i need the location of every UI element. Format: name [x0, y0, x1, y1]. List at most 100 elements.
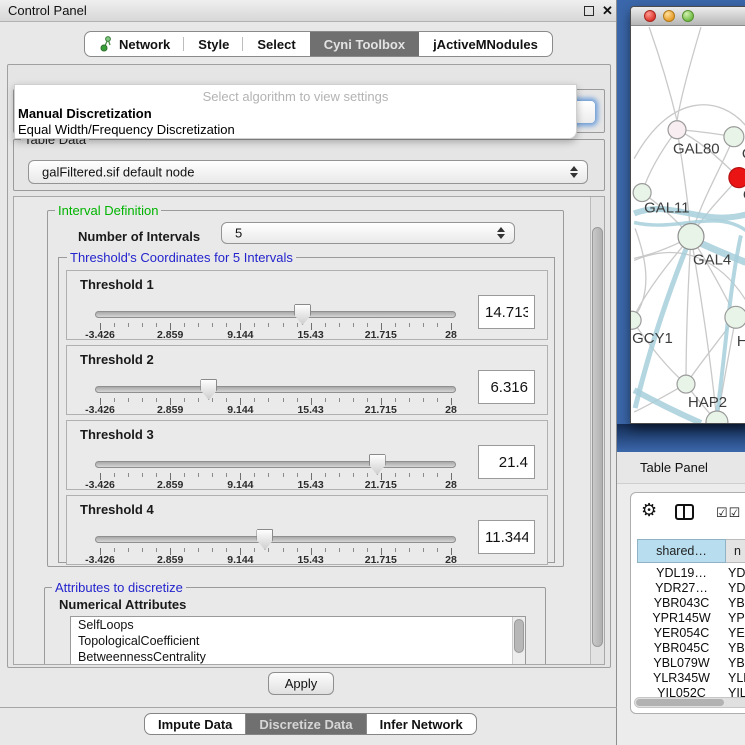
- table-data-combobox[interactable]: galFiltered.sif default node: [28, 160, 588, 184]
- tab-cyni-toolbox[interactable]: Cyni Toolbox: [310, 32, 419, 56]
- slider-tick: [297, 323, 298, 327]
- close-icon[interactable]: ✕: [602, 3, 613, 19]
- threshold-slider-track[interactable]: [95, 461, 456, 468]
- threshold-slider-track[interactable]: [95, 536, 456, 543]
- gear-icon[interactable]: ⚙: [641, 500, 657, 521]
- dropdown-option-manual-discretization[interactable]: Manual Discretization: [18, 106, 152, 121]
- table-row[interactable]: YDL19…YDL1: [637, 566, 745, 581]
- network-window-titlebar[interactable]: [631, 7, 745, 26]
- slider-tick: [184, 473, 185, 477]
- network-nodes[interactable]: [631, 121, 745, 424]
- table-row[interactable]: YER054CYER0: [637, 626, 745, 641]
- cell: YBR0: [728, 641, 745, 655]
- tab-label: Infer Network: [380, 717, 463, 732]
- slider-tick: [142, 548, 143, 552]
- tab-impute-data[interactable]: Impute Data: [145, 714, 246, 734]
- tab-label: Network: [119, 37, 170, 52]
- table-row[interactable]: YBR045CYBR0: [637, 641, 745, 656]
- slider-tick-label: 15.43: [297, 479, 323, 491]
- slider-tick: [156, 548, 157, 552]
- threshold-slider-track[interactable]: [95, 311, 456, 318]
- combobox-value: galFiltered.sif default node: [42, 165, 194, 180]
- desktop-gradient: [617, 424, 745, 452]
- threshold-value-field[interactable]: [478, 370, 535, 404]
- table-row[interactable]: YBL079WYBL0: [637, 656, 745, 671]
- cell: YPR1: [728, 611, 745, 625]
- threshold-slider-handle[interactable]: [369, 454, 386, 475]
- tab-label: jActiveMNodules: [433, 37, 538, 52]
- apply-button[interactable]: Apply: [268, 672, 334, 695]
- list-item[interactable]: BetweennessCentrality: [71, 649, 525, 665]
- table-row[interactable]: YLR345WYLR3: [637, 671, 745, 686]
- threshold-label: Threshold 2: [80, 352, 154, 367]
- slider-tick: [254, 398, 255, 402]
- select-columns-icons[interactable]: ☑☑: [716, 505, 741, 521]
- slider-tick-label: 9.144: [227, 404, 253, 416]
- slider-tick-label: 2.859: [157, 329, 183, 341]
- tab-jactivemnodules[interactable]: jActiveMNodules: [419, 32, 552, 56]
- table-row[interactable]: YPR145WYPR1: [637, 611, 745, 626]
- slider-tick: [212, 398, 213, 402]
- network-view-window[interactable]: GAL80 G C GAL11 GAL4 GCY1 H HAP2: [630, 6, 745, 424]
- table-row[interactable]: YDR27…YDR2: [637, 581, 745, 596]
- node-label: HAP2: [688, 394, 727, 411]
- slider-tick-label: 9.144: [227, 554, 253, 566]
- table-row[interactable]: YBR043CYBR0: [637, 596, 745, 611]
- float-window-icon[interactable]: [584, 6, 594, 16]
- slider-tick: [325, 473, 326, 477]
- table-data-group: Table Data galFiltered.sif default node: [13, 139, 605, 191]
- list-scrollbar[interactable]: [512, 617, 525, 665]
- threshold-slider-handle[interactable]: [256, 529, 273, 550]
- slider-tick: [367, 473, 368, 477]
- dropdown-option-equal-width-frequency[interactable]: Equal Width/Frequency Discretization: [18, 122, 235, 137]
- slider-tick: [437, 398, 438, 402]
- column-header-name[interactable]: n: [726, 539, 745, 563]
- threshold-slider-handle[interactable]: [200, 379, 217, 400]
- threshold-value-field[interactable]: [478, 295, 535, 329]
- slider-tick: [114, 323, 115, 327]
- minimize-traffic-light-icon[interactable]: [663, 10, 675, 22]
- tab-select[interactable]: Select: [243, 32, 309, 56]
- column-header-shared[interactable]: shared…: [637, 539, 726, 563]
- table-horizontal-scrollbar[interactable]: [634, 697, 745, 708]
- numerical-attributes-label: Numerical Attributes: [59, 597, 186, 612]
- column-layout-icon[interactable]: [675, 504, 694, 520]
- table-panel-titlebar: Table Panel: [617, 452, 745, 484]
- node-label: GAL80: [673, 141, 720, 158]
- threshold-value-field[interactable]: [478, 445, 535, 479]
- network-node: [724, 127, 744, 147]
- zoom-traffic-light-icon[interactable]: [682, 10, 694, 22]
- node-label: GAL4: [693, 251, 731, 268]
- tab-discretize-data[interactable]: Discretize Data: [246, 714, 366, 734]
- panel-scrollbar[interactable]: [590, 197, 604, 664]
- slider-tick: [254, 473, 255, 477]
- slider-tick: [297, 473, 298, 477]
- cell: YBL0: [728, 656, 745, 670]
- network-canvas[interactable]: GAL80 G C GAL11 GAL4 GCY1 H HAP2: [631, 26, 745, 424]
- slider-tick: [198, 323, 199, 327]
- threshold-coordinates-group: Threshold's Coordinates for 5 Intervals …: [58, 257, 555, 563]
- algorithm-dropdown-popup: Select algorithm to view settings Manual…: [14, 84, 577, 139]
- threshold-3-panel: Threshold 3 -3.4262.8599.14415.4321.7152…: [66, 420, 548, 490]
- list-item[interactable]: TopologicalCoefficient: [71, 633, 525, 649]
- cell: YER054C: [637, 626, 726, 640]
- slider-tick-label: -3.426: [85, 479, 115, 491]
- cell: YBR043C: [637, 596, 726, 610]
- tab-infer-network[interactable]: Infer Network: [367, 714, 476, 734]
- slider-tick-label: 28: [445, 329, 457, 341]
- list-item[interactable]: SelfLoops: [71, 617, 525, 633]
- slider-tick-label: 28: [445, 479, 457, 491]
- numerical-attributes-list[interactable]: SelfLoops TopologicalCoefficient Between…: [70, 616, 526, 665]
- close-traffic-light-icon[interactable]: [644, 10, 656, 22]
- slider-tick: [156, 323, 157, 327]
- threshold-slider-track[interactable]: [95, 386, 456, 393]
- number-of-intervals-combobox[interactable]: 5: [221, 222, 515, 244]
- threshold-label: Threshold 3: [80, 427, 154, 442]
- slider-tick: [423, 323, 424, 327]
- tab-network[interactable]: Network: [85, 32, 184, 56]
- threshold-value-field[interactable]: [478, 520, 535, 554]
- slider-tick: [437, 473, 438, 477]
- threshold-slider-handle[interactable]: [294, 304, 311, 325]
- tab-style[interactable]: Style: [184, 32, 243, 56]
- slider-tick: [198, 398, 199, 402]
